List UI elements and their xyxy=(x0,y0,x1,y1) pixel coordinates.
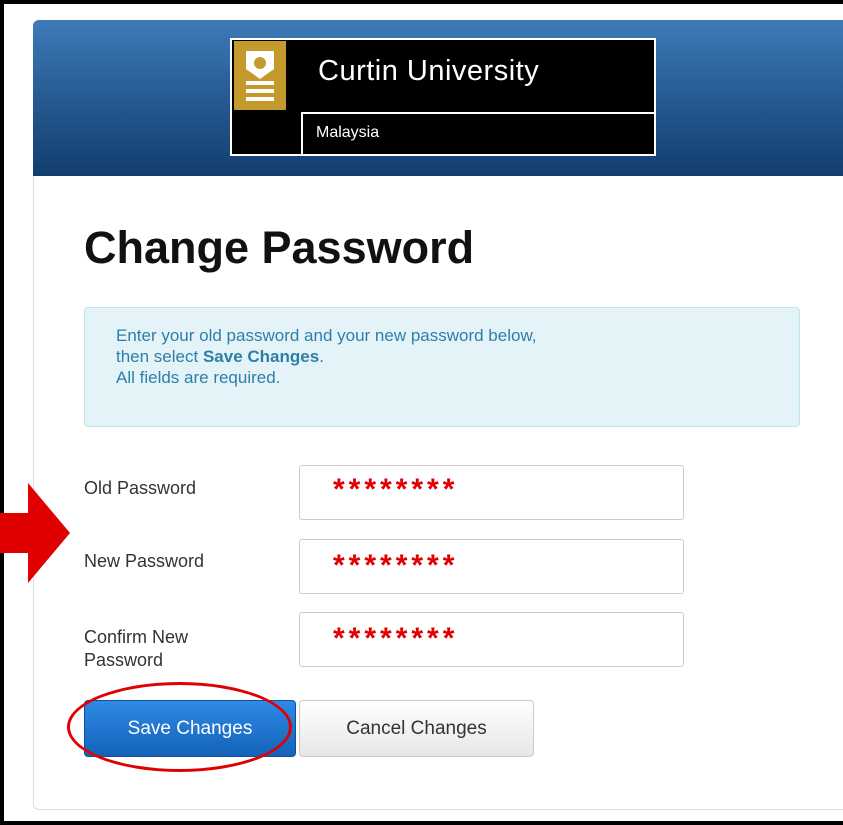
university-name: Curtin University xyxy=(318,55,540,87)
info-line-2: then select Save Changes. xyxy=(116,346,766,367)
new-password-label: New Password xyxy=(84,551,205,571)
confirm-password-label: Confirm New Password xyxy=(84,626,188,672)
info-line-2-bold: Save Changes xyxy=(202,347,320,366)
new-password-mask: ******** xyxy=(333,549,459,582)
old-password-label: Old Password xyxy=(84,478,197,498)
page-title: Change Password xyxy=(84,222,475,273)
annotation-arrow-icon xyxy=(0,483,70,583)
confirm-password-mask: ******** xyxy=(333,622,459,655)
info-line-1: Enter your old password and your new pas… xyxy=(116,326,537,345)
campus-name: Malaysia xyxy=(316,124,380,141)
confirm-password-label-line1: Confirm New xyxy=(84,627,189,647)
info-line-2-prefix: then select xyxy=(116,347,203,366)
cancel-changes-button[interactable]: Cancel Changes xyxy=(299,700,534,757)
old-password-mask: ******** xyxy=(333,473,459,506)
info-line-2-suffix: . xyxy=(319,347,324,366)
confirm-password-label-line2: Password xyxy=(84,650,164,670)
crest-icon xyxy=(234,41,286,110)
info-alert-text: Enter your old password and your new pas… xyxy=(116,325,766,388)
annotation-circle xyxy=(67,682,292,772)
info-line-3: All fields are required. xyxy=(116,368,281,387)
